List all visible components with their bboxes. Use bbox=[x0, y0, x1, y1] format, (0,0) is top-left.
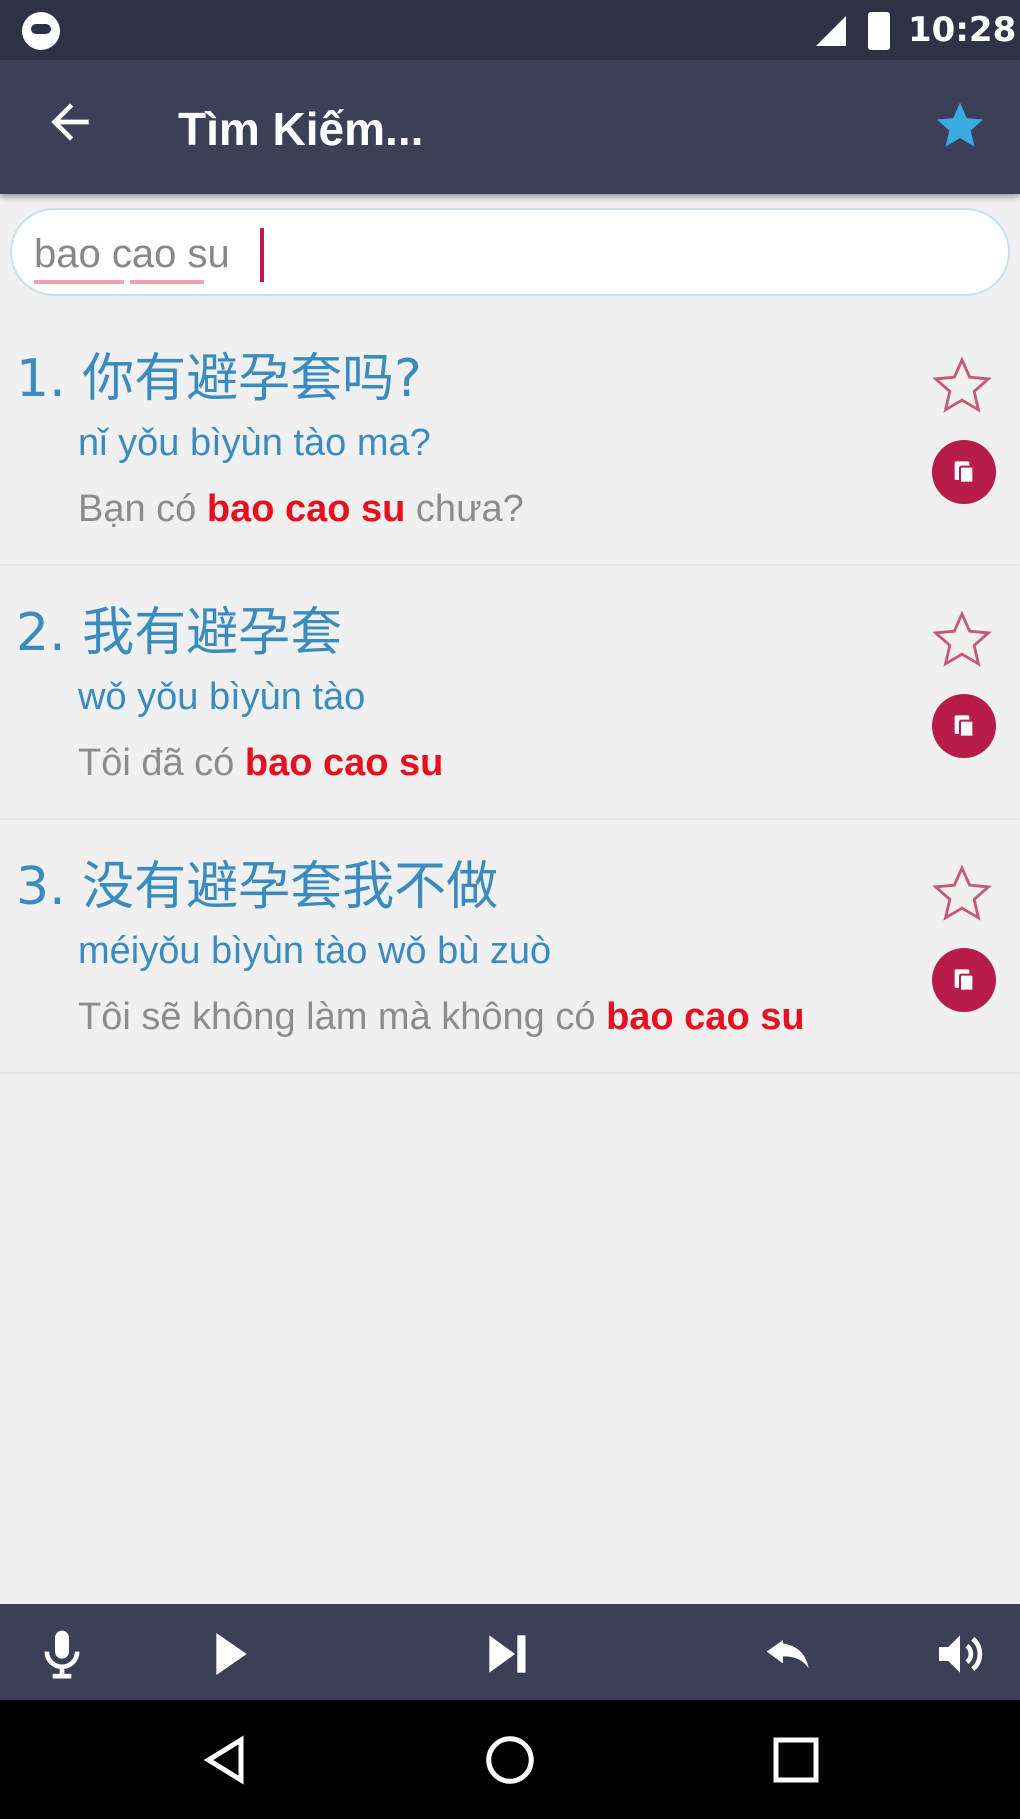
result-chinese: 1. 你有避孕套吗? bbox=[16, 349, 422, 409]
replay-icon[interactable] bbox=[762, 1626, 818, 1682]
text-cursor bbox=[260, 228, 264, 282]
search-input[interactable] bbox=[32, 224, 936, 284]
result-item-2[interactable]: 2. 我有避孕套 wǒ yǒu bìyùn tào Tôi đã có bao … bbox=[0, 566, 1020, 820]
app-bar: Tìm Kiếm... bbox=[0, 60, 1020, 194]
nav-back-icon[interactable] bbox=[196, 1730, 256, 1790]
copy-icon bbox=[954, 969, 975, 992]
copy-button[interactable] bbox=[932, 948, 996, 1012]
search-box bbox=[10, 208, 1010, 296]
page-title: Tìm Kiếm... bbox=[178, 103, 424, 155]
result-translation: Bạn có bao cao su chưa? bbox=[78, 488, 524, 531]
nav-home-icon[interactable] bbox=[480, 1730, 540, 1790]
copy-icon bbox=[954, 461, 975, 484]
signal-icon bbox=[816, 16, 846, 46]
copy-button[interactable] bbox=[932, 440, 996, 504]
copy-icon bbox=[954, 715, 975, 738]
result-item-3[interactable]: 3. 没有避孕套我不做 méiyǒu bìyùn tào wǒ bù zuò T… bbox=[0, 820, 1020, 1074]
spellcheck-underline bbox=[34, 280, 124, 284]
result-translation: Tôi sẽ không làm mà không có bao cao su bbox=[78, 996, 805, 1039]
result-item-1[interactable]: 1. 你有避孕套吗? nǐ yǒu bìyùn tào ma? Bạn có b… bbox=[0, 312, 1020, 566]
translation-text: Bạn có bbox=[78, 488, 207, 530]
favorite-star-icon[interactable] bbox=[932, 98, 988, 154]
star-outline-icon[interactable] bbox=[928, 860, 996, 928]
search-highlight: bao cao su bbox=[606, 996, 805, 1038]
result-pinyin: wǒ yǒu bìyùn tào bbox=[78, 676, 366, 718]
search-highlight: bao cao su bbox=[244, 742, 444, 784]
star-outline-icon[interactable] bbox=[928, 352, 996, 420]
notification-icon bbox=[22, 12, 60, 50]
status-bar: 10:28 bbox=[0, 0, 1020, 60]
result-chinese: 2. 我有避孕套 bbox=[16, 603, 343, 663]
result-pinyin: nǐ yǒu bìyùn tào ma? bbox=[78, 422, 431, 464]
result-translation: Tôi đã có bao cao su bbox=[78, 742, 443, 785]
search-highlight: bao cao su bbox=[206, 488, 406, 530]
playback-bar bbox=[0, 1604, 1020, 1700]
result-pinyin: méiyǒu bìyùn tào wǒ bù zuò bbox=[78, 930, 552, 972]
nav-recents-icon[interactable] bbox=[766, 1730, 826, 1790]
result-chinese: 3. 没有避孕套我不做 bbox=[16, 857, 499, 917]
back-arrow-icon[interactable] bbox=[42, 94, 98, 150]
star-outline-icon[interactable] bbox=[928, 606, 996, 674]
system-nav-bar bbox=[0, 1700, 1020, 1819]
status-time: 10:28 bbox=[908, 10, 1017, 50]
copy-button[interactable] bbox=[932, 694, 996, 758]
translation-text: Tôi đã có bbox=[78, 742, 245, 784]
microphone-icon[interactable] bbox=[34, 1626, 90, 1682]
battery-icon bbox=[868, 12, 890, 50]
skip-next-icon[interactable] bbox=[480, 1626, 536, 1682]
spellcheck-underline bbox=[130, 280, 204, 284]
play-icon[interactable] bbox=[200, 1626, 256, 1682]
volume-icon[interactable] bbox=[932, 1626, 988, 1682]
translation-text: chưa? bbox=[405, 488, 524, 530]
translation-text: Tôi sẽ không làm mà không có bbox=[78, 996, 607, 1038]
